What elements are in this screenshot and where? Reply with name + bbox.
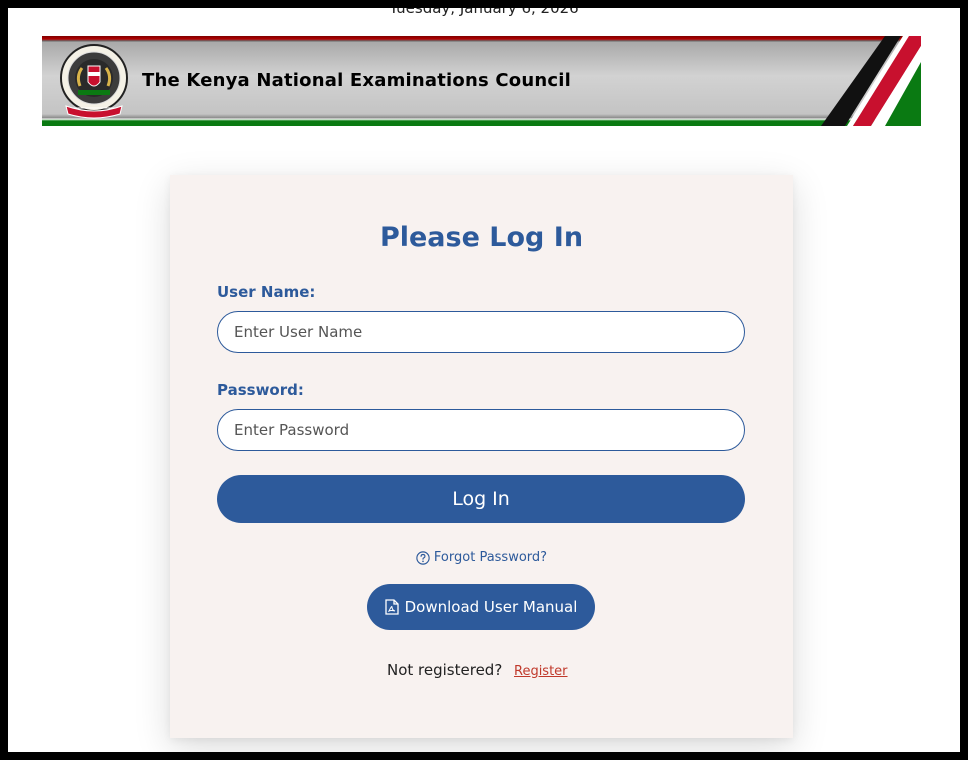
pdf-file-icon bbox=[384, 599, 399, 615]
kenya-flag-stripes-icon bbox=[821, 36, 921, 126]
not-registered-text: Not registered? bbox=[387, 661, 503, 679]
username-label: User Name: bbox=[217, 283, 316, 301]
question-circle-icon bbox=[416, 550, 430, 565]
password-label: Password: bbox=[217, 381, 304, 399]
header-banner: The Kenya National Examinations Council bbox=[42, 36, 921, 126]
download-user-manual-button[interactable]: Download User Manual bbox=[367, 584, 595, 630]
password-input[interactable] bbox=[217, 409, 745, 451]
forgot-password-row: Forgot Password? bbox=[170, 550, 793, 565]
kenya-coat-of-arms-seal-icon bbox=[60, 44, 128, 119]
page: Tuesday, January 6, 2026 The Kenya Natio… bbox=[8, 8, 960, 752]
register-link[interactable]: Register bbox=[514, 664, 568, 679]
login-title: Please Log In bbox=[379, 222, 584, 253]
login-button[interactable]: Log In bbox=[217, 475, 745, 523]
current-date: Tuesday, January 6, 2026 bbox=[389, 8, 579, 17]
forgot-password-link[interactable]: Forgot Password? bbox=[434, 550, 547, 565]
login-card: Please Log In User Name: Password: Log I… bbox=[170, 175, 793, 738]
download-user-manual-label: Download User Manual bbox=[404, 598, 578, 616]
username-input[interactable] bbox=[217, 311, 745, 353]
banner-title: The Kenya National Examinations Council bbox=[142, 70, 572, 91]
